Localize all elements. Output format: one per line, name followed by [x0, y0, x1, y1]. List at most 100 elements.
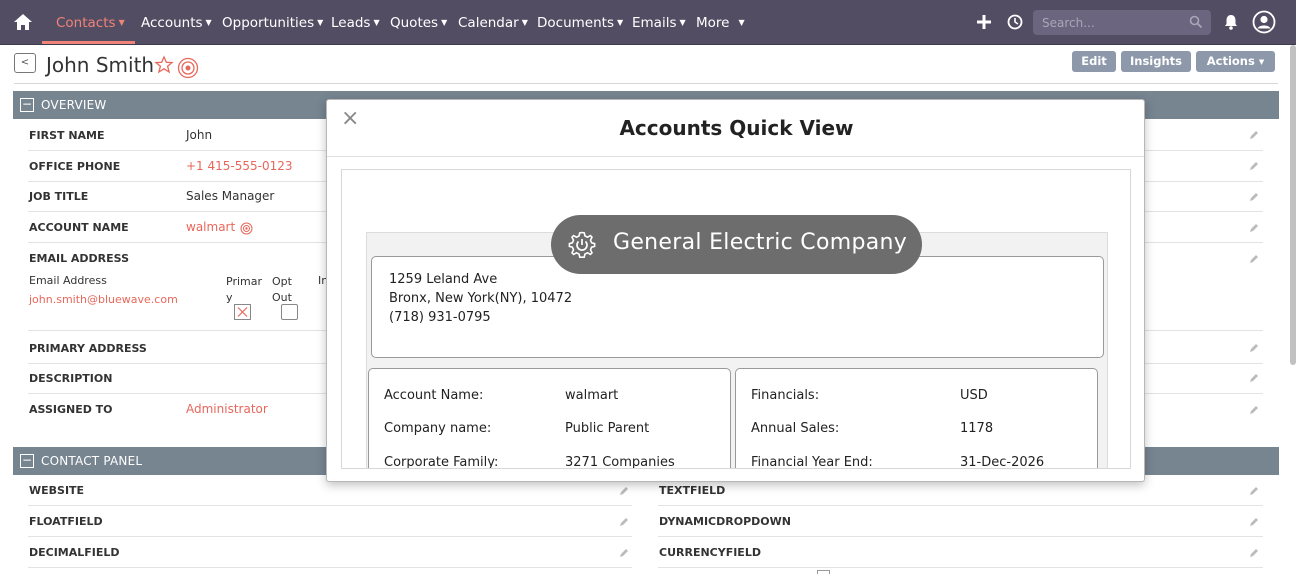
- email-column-primary-line1: Primar: [226, 275, 262, 288]
- modal-title: Accounts Quick View: [619, 116, 854, 140]
- collapse-toggle[interactable]: −: [20, 454, 34, 468]
- account-name-label: Account Name:: [384, 388, 484, 403]
- nav-quotes-label: Quotes: [390, 15, 439, 31]
- edit-pencil-icon[interactable]: [619, 486, 629, 496]
- collapse-toggle[interactable]: −: [20, 98, 34, 112]
- bell-icon[interactable]: [1221, 12, 1241, 32]
- assigned-to-label: ASSIGNED TO: [29, 403, 113, 416]
- edit-pencil-icon[interactable]: [1249, 223, 1259, 233]
- home-icon[interactable]: [12, 12, 34, 32]
- primary-checkbox[interactable]: [234, 304, 251, 320]
- edit-pencil-icon[interactable]: [1249, 192, 1259, 202]
- nav-emails-label: Emails: [632, 15, 677, 31]
- financial-year-end-label: Financial Year End:: [751, 455, 873, 469]
- edit-pencil-icon[interactable]: [1249, 130, 1259, 140]
- office-phone-label: OFFICE PHONE: [29, 160, 121, 173]
- nav-more-label: More: [696, 15, 730, 31]
- divider: [658, 567, 1263, 568]
- search-input[interactable]: [1033, 10, 1173, 35]
- nav-active-indicator: [42, 41, 135, 44]
- chevron-down-icon: ▼: [738, 18, 745, 27]
- accounts-quick-view-modal: × Accounts Quick View 1259 Leland Ave Br…: [326, 99, 1145, 482]
- history-icon[interactable]: [1005, 12, 1025, 32]
- edit-button[interactable]: Edit: [1072, 51, 1116, 72]
- edit-pencil-icon[interactable]: [1249, 486, 1259, 496]
- edit-pencil-icon[interactable]: [1249, 254, 1259, 264]
- chevron-down-icon: ▼: [373, 18, 380, 27]
- chevron-down-icon: ▼: [205, 18, 212, 27]
- corporate-family-label: Corporate Family:: [384, 455, 499, 469]
- nav-quotes[interactable]: Quotes ▼: [390, 15, 447, 31]
- nav-contacts[interactable]: Contacts ▼: [56, 15, 125, 31]
- nav-documents[interactable]: Documents ▼: [537, 15, 623, 31]
- floatfield-label: FLOATFIELD: [29, 515, 103, 528]
- back-button[interactable]: <: [14, 53, 36, 73]
- chevron-down-icon: ▼: [1258, 58, 1265, 66]
- nav-calendar[interactable]: Calendar ▼: [458, 15, 528, 31]
- currencyfield-label: CURRENCYFIELD: [659, 546, 761, 559]
- annual-sales-value: 1178: [960, 421, 994, 436]
- page-title: John Smith: [46, 53, 155, 77]
- edit-pencil-icon[interactable]: [1249, 517, 1259, 527]
- first-name-value: John: [186, 128, 213, 142]
- top-navigation-bar: Contacts ▼ Accounts ▼ Opportunities ▼ Leads…: [0, 0, 1296, 45]
- checkbox[interactable]: [817, 570, 830, 574]
- overview-panel-title: OVERVIEW: [41, 98, 107, 112]
- decimalfield-label: DECIMALFIELD: [29, 546, 120, 559]
- email-column-address: Email Address: [29, 274, 107, 287]
- divider: [28, 536, 632, 537]
- company-name: General Electric Company: [613, 230, 908, 255]
- star-icon[interactable]: [154, 55, 174, 75]
- email-column-optout: Opt Out: [272, 274, 292, 306]
- email-value-link[interactable]: john.smith@bluewave.com: [29, 293, 178, 306]
- divider: [28, 567, 632, 568]
- nav-accounts[interactable]: Accounts ▼: [141, 15, 212, 31]
- chevron-down-icon: ▼: [679, 18, 686, 27]
- edit-pencil-icon[interactable]: [1249, 405, 1259, 415]
- assigned-to-link[interactable]: Administrator: [186, 402, 268, 416]
- edit-pencil-icon[interactable]: [619, 548, 629, 558]
- account-name-link[interactable]: walmart: [186, 220, 235, 234]
- insights-button[interactable]: Insights: [1121, 51, 1191, 72]
- nav-emails[interactable]: Emails ▼: [632, 15, 686, 31]
- company-name-label: Company name:: [384, 421, 492, 436]
- opt-out-checkbox[interactable]: [281, 304, 298, 320]
- target-icon[interactable]: [177, 57, 199, 79]
- financials-value: USD: [960, 388, 988, 403]
- actions-button[interactable]: Actions ▼: [1196, 51, 1275, 72]
- target-icon[interactable]: [240, 222, 253, 235]
- description-label: DESCRIPTION: [29, 372, 113, 385]
- nav-more[interactable]: More ▼: [696, 15, 745, 31]
- nav-documents-label: Documents: [537, 15, 614, 31]
- office-phone-link[interactable]: +1 415-555-0123: [186, 159, 293, 173]
- edit-pencil-icon[interactable]: [619, 517, 629, 527]
- nav-accounts-label: Accounts: [141, 15, 203, 31]
- chevron-down-icon: ▼: [616, 18, 624, 27]
- phone-number: (718) 931-0795: [389, 310, 491, 325]
- edit-pencil-icon[interactable]: [1249, 373, 1259, 383]
- financial-info-box: Financials: USD Annual Sales: 1178 Finan…: [735, 368, 1098, 469]
- nav-opportunities[interactable]: Opportunities ▼: [222, 15, 323, 31]
- email-address-label: EMAIL ADDRESS: [29, 252, 130, 265]
- edit-pencil-icon[interactable]: [1249, 548, 1259, 558]
- page-scrollbar[interactable]: [1290, 45, 1296, 365]
- company-name-badge: General Electric Company: [551, 215, 922, 274]
- company-name-value: Public Parent: [565, 421, 650, 436]
- edit-pencil-icon[interactable]: [1249, 343, 1259, 353]
- title-divider: [14, 83, 1278, 84]
- nav-leads[interactable]: Leads ▼: [331, 15, 380, 31]
- corporate-family-value: 3271 Companies: [565, 455, 675, 469]
- first-name-label: FIRST NAME: [29, 129, 105, 142]
- account-info-box: Account Name: walmart Company name: Publ…: [368, 368, 731, 469]
- divider: [658, 536, 1263, 537]
- modal-divider: [327, 156, 1144, 157]
- email-column-primary-line2: y: [226, 291, 233, 304]
- divider: [658, 505, 1263, 506]
- edit-pencil-icon[interactable]: [1249, 161, 1259, 171]
- search-icon[interactable]: [1189, 15, 1203, 29]
- contact-panel-title: CONTACT PANEL: [41, 454, 143, 468]
- user-avatar-icon[interactable]: [1252, 10, 1276, 34]
- annual-sales-label: Annual Sales:: [751, 421, 840, 436]
- financials-label: Financials:: [751, 388, 820, 403]
- plus-icon[interactable]: [974, 12, 994, 32]
